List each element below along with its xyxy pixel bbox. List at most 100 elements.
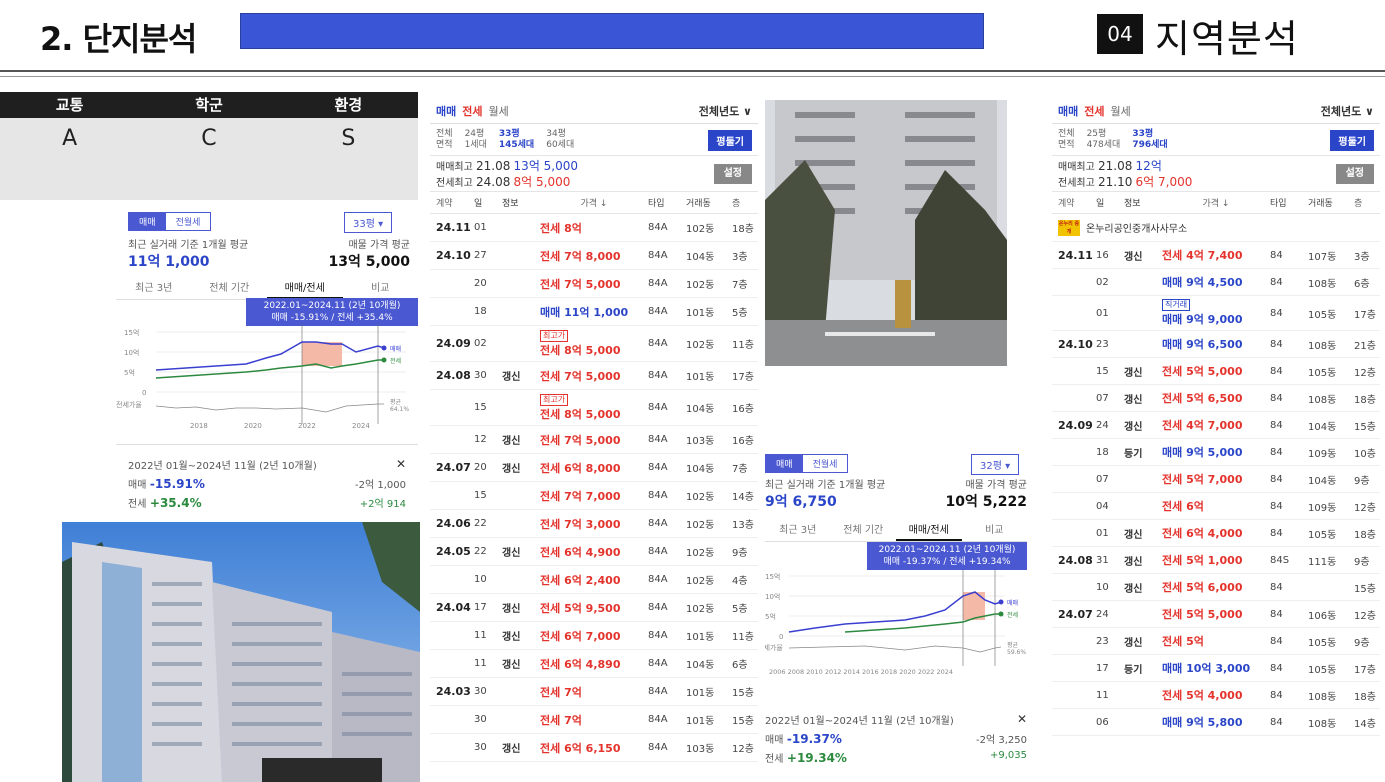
agent-row[interactable]: 온누리 중개 온누리공인중개사사무소: [1052, 214, 1380, 242]
table-row[interactable]: 24.09 24 갱신 전세 4억 7,000 84 104동 15층: [1052, 412, 1380, 439]
row-price-cell: 전세 6억 4,000: [1162, 525, 1270, 541]
size-dropdown[interactable]: 33평 ▾: [344, 212, 393, 233]
pyeong-label-all: 전체: [436, 128, 453, 139]
tab-compare[interactable]: 비교: [962, 518, 1028, 541]
row-floor: 11층: [732, 340, 754, 351]
table-row[interactable]: 24.06 22 전세 7억 3,000 84A 102동 13층: [430, 510, 758, 538]
table-row[interactable]: 04 전세 6억 84 109동 12층: [1052, 493, 1380, 520]
table-row[interactable]: 24.09 02 최고가 전세 8억 5,000 84A 102동 11층: [430, 326, 758, 362]
rent-line: [155, 359, 384, 379]
pyeong-option-selected[interactable]: 33평 796세대: [1132, 129, 1167, 151]
table-row[interactable]: 11 갱신 전세 6억 4,890 84A 104동 6층: [430, 650, 758, 678]
agent-name: 온누리공인중개사사무소: [1086, 224, 1188, 235]
row-price: 전세 7억 5,000: [540, 433, 621, 447]
toggle-sale[interactable]: 매매: [766, 455, 803, 472]
table-row[interactable]: 30 전세 7억 84A 101동 15층: [430, 706, 758, 734]
col-contract: 계약: [1058, 199, 1075, 209]
tab-jeonse[interactable]: 전세: [1084, 105, 1104, 118]
tab-3y[interactable]: 최근 3년: [765, 518, 831, 541]
trade-type-toggle[interactable]: 매매 전월세: [765, 454, 849, 473]
row-type: 84A: [648, 306, 668, 317]
row-price: 전세 5억 6,000: [1162, 581, 1243, 594]
close-icon[interactable]: ✕: [396, 457, 406, 472]
pyeong-button[interactable]: 평둘기: [1330, 130, 1374, 151]
row-dong: 104동: [1308, 475, 1337, 487]
row-price-cell: 전세 6억 2,400: [540, 572, 648, 588]
table-row[interactable]: 18 매매 11억 1,000 84A 101동 5층: [430, 298, 758, 326]
pyeong-option[interactable]: 25평 478세대: [1087, 129, 1121, 151]
row-price-cell: 매매 9억 6,500: [1162, 336, 1270, 352]
tab-sale[interactable]: 매매: [1058, 105, 1078, 118]
table-row[interactable]: 10 전세 6억 2,400 84A 102동 4층: [430, 566, 758, 594]
year-filter[interactable]: 전체년도 ∨: [1321, 103, 1374, 119]
col-price[interactable]: 가격 ↓: [540, 196, 648, 209]
table-row[interactable]: 15 최고가 전세 8억 5,000 84A 104동 16층: [430, 390, 758, 426]
apartment-photo-2: [765, 100, 1007, 366]
header-divider: [0, 70, 1385, 72]
tab-monthly[interactable]: 월세: [1111, 105, 1131, 118]
row-price-cell: 전세 4억 7,400: [1162, 247, 1270, 263]
settings-button[interactable]: 설정: [1335, 164, 1374, 184]
tab-monthly[interactable]: 월세: [489, 105, 509, 118]
tab-all[interactable]: 전체 기간: [192, 276, 268, 299]
year-filter[interactable]: 전체년도 ∨: [699, 103, 752, 119]
table-row[interactable]: 24.04 17 갱신 전세 5억 9,500 84A 102동 5층: [430, 594, 758, 622]
settings-button[interactable]: 설정: [713, 164, 752, 184]
table-row[interactable]: 20 전세 7억 5,000 84A 102동 7층: [430, 270, 758, 298]
trade-type-toggle[interactable]: 매매 전월세: [128, 212, 212, 231]
pyeong-option[interactable]: 24평 1세대: [465, 129, 487, 151]
size-dropdown[interactable]: 32평 ▾: [971, 454, 1020, 475]
table-row[interactable]: 07 전세 5억 7,000 84 104동 9층: [1052, 466, 1380, 493]
grade-header-school: 학군: [195, 96, 223, 114]
sale-change-amt: -2억 3,250: [976, 735, 1027, 746]
row-type: 84: [1270, 500, 1283, 512]
row-price: 매매 11억 1,000: [540, 305, 629, 319]
table-row[interactable]: 11 전세 5억 4,000 84 108동 18층: [1052, 682, 1380, 709]
table-row[interactable]: 02 매매 9억 4,500 84 108동 6층: [1052, 269, 1380, 296]
row-month: 24.10: [436, 249, 471, 262]
table-row[interactable]: 12 갱신 전세 7억 5,000 84A 103동 16층: [430, 426, 758, 454]
tab-sale-rent[interactable]: 매매/전세: [896, 518, 962, 541]
col-price[interactable]: 가격 ↓: [1162, 196, 1270, 209]
pyeong-option-selected[interactable]: 33평 145세대: [499, 129, 534, 151]
table-row[interactable]: 24.07 20 갱신 전세 6억 8,000 84A 104동 7층: [430, 454, 758, 482]
table-row[interactable]: 10 갱신 전세 5억 6,000 84 15층: [1052, 574, 1380, 601]
toggle-sale[interactable]: 매매: [129, 213, 166, 230]
tab-all[interactable]: 전체 기간: [831, 518, 897, 541]
table-row[interactable]: 18 등기 매매 9억 5,000 84 109동 10층: [1052, 439, 1380, 466]
tab-jeonse[interactable]: 전세: [462, 105, 482, 118]
pyeong-button[interactable]: 평둘기: [708, 130, 752, 151]
table-row[interactable]: 17 등기 매매 10억 3,000 84 105동 17층: [1052, 655, 1380, 682]
row-type: 84A: [648, 742, 668, 753]
table-row[interactable]: 24.08 31 갱신 전세 5억 1,000 84S 111동 9층: [1052, 547, 1380, 574]
tab-3y[interactable]: 최근 3년: [116, 276, 192, 299]
table-row[interactable]: 24.03 30 전세 7억 84A 101동 15층: [430, 678, 758, 706]
table-row[interactable]: 23 갱신 전세 5억 84 105동 9층: [1052, 628, 1380, 655]
table-row[interactable]: 24.10 23 매매 9억 6,500 84 108동 21층: [1052, 331, 1380, 358]
table-row[interactable]: 30 갱신 전세 6억 6,150 84A 103동 12층: [430, 734, 758, 762]
table-row[interactable]: 15 갱신 전세 5억 5,000 84 105동 12층: [1052, 358, 1380, 385]
table-row[interactable]: 06 매매 9억 5,800 84 108동 14층: [1052, 709, 1380, 736]
tab-sale-rent[interactable]: 매매/전세: [267, 276, 343, 299]
table-row[interactable]: 07 갱신 전세 5억 6,500 84 108동 18층: [1052, 385, 1380, 412]
table-row[interactable]: 24.11 01 전세 8억 84A 102동 18층: [430, 214, 758, 242]
close-icon[interactable]: ✕: [1017, 712, 1027, 727]
table-row[interactable]: 15 전세 7억 7,000 84A 102동 14층: [430, 482, 758, 510]
x-label-2018: 2018: [190, 422, 208, 430]
table-row[interactable]: 24.10 27 전세 7억 8,000 84A 104동 3층: [430, 242, 758, 270]
table-row[interactable]: 01 직거래 매매 9억 9,000 84 105동 17층: [1052, 296, 1380, 331]
row-dong: 101동: [686, 688, 715, 699]
table-row[interactable]: 24.08 30 갱신 전세 7억 5,000 84A 101동 17층: [430, 362, 758, 390]
toggle-rent[interactable]: 전월세: [165, 213, 211, 230]
table-row[interactable]: 24.11 16 갱신 전세 4억 7,400 84 107동 3층: [1052, 242, 1380, 269]
table-row[interactable]: 11 갱신 전세 6억 7,000 84A 101동 11층: [430, 622, 758, 650]
table-row[interactable]: 24.05 22 갱신 전세 6억 4,900 84A 102동 9층: [430, 538, 758, 566]
table-row[interactable]: 01 갱신 전세 6억 4,000 84 105동 18층: [1052, 520, 1380, 547]
grade-header-environment: 환경: [334, 96, 363, 114]
tab-sale[interactable]: 매매: [436, 105, 456, 118]
toggle-rent[interactable]: 전월세: [802, 455, 848, 472]
tab-compare[interactable]: 비교: [343, 276, 419, 299]
table-row[interactable]: 24.07 24 전세 5억 5,000 84 106동 12층: [1052, 601, 1380, 628]
pyeong-option[interactable]: 34평 60세대: [546, 129, 574, 151]
row-day: 07: [1096, 392, 1109, 404]
